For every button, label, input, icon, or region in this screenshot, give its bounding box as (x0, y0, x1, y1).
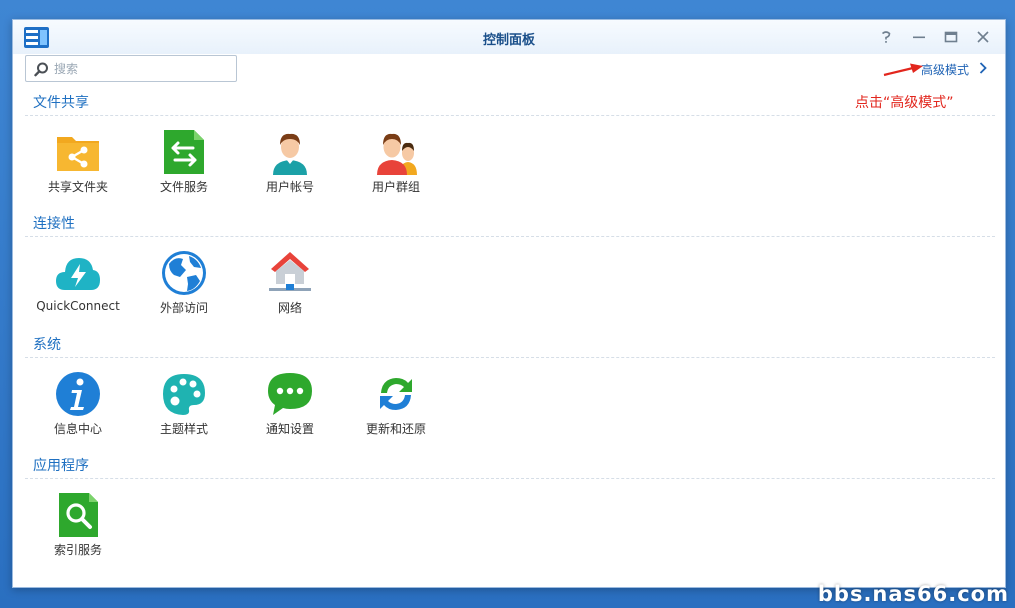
tile-notification[interactable]: 通知设置 (238, 371, 342, 455)
section-title-connectivity: 连接性 (33, 216, 75, 232)
section-title-system: 系统 (33, 337, 61, 353)
search-box[interactable] (25, 55, 237, 82)
tile-network[interactable]: 网络 (238, 250, 342, 334)
tile-user-group[interactable]: 用户群组 (344, 129, 448, 213)
quickconnect-cloud-icon (56, 258, 100, 290)
close-icon (977, 31, 989, 43)
tile-label: 索引服务 (53, 543, 102, 557)
close-button[interactable] (974, 28, 992, 46)
search-document-icon (59, 493, 98, 537)
chat-bubble-icon (268, 373, 312, 415)
tile-external-access[interactable]: 外部访问 (132, 250, 236, 334)
section-divider (25, 236, 995, 237)
tile-shared-folder[interactable]: 共享文件夹 (26, 129, 130, 213)
minimize-icon (913, 36, 925, 39)
section-divider (25, 115, 995, 116)
network-house-icon (269, 252, 311, 291)
tile-label: 通知设置 (265, 422, 314, 436)
minimize-button[interactable] (910, 28, 928, 46)
chevron-right-icon[interactable] (978, 61, 988, 75)
tile-label: 信息中心 (53, 422, 102, 436)
info-icon (56, 372, 100, 416)
maximize-button[interactable] (942, 28, 960, 46)
tile-label: 共享文件夹 (47, 180, 108, 194)
tile-quickconnect[interactable]: QuickConnect (26, 250, 130, 334)
tile-info-center[interactable]: 信息中心 (26, 371, 130, 455)
help-icon (881, 31, 891, 43)
advanced-mode-link[interactable]: 高级模式 (921, 61, 969, 78)
tile-theme[interactable]: 主题样式 (132, 371, 236, 455)
tile-file-services[interactable]: 文件服务 (132, 129, 236, 213)
tile-label: 主题样式 (159, 422, 208, 436)
search-icon (34, 62, 48, 77)
tile-indexing-service[interactable]: 索引服务 (26, 492, 130, 576)
user-icon (273, 133, 307, 175)
annotation-text: 点击“高级模式” (855, 95, 954, 111)
section-divider (25, 357, 995, 358)
tile-label: 网络 (277, 301, 302, 315)
tile-label: QuickConnect (36, 299, 120, 313)
search-input[interactable] (54, 60, 229, 78)
section-title-file-sharing: 文件共享 (33, 95, 89, 111)
help-button[interactable] (877, 28, 895, 46)
refresh-icon (380, 378, 412, 410)
maximize-icon (944, 31, 958, 43)
section-title-applications: 应用程序 (33, 458, 89, 474)
palette-icon (163, 374, 205, 415)
tile-label: 外部访问 (159, 301, 208, 315)
tile-label: 用户群组 (371, 180, 420, 194)
tile-update-restore[interactable]: 更新和还原 (344, 371, 448, 455)
watermark-text: bbs.nas66.com (817, 582, 1009, 606)
group-icon (377, 133, 417, 175)
control-panel-window: 控制面板 搜索 高级模式 点击“高级模式” 文件共享 共享文件夹 文件服务 用户… (12, 19, 1006, 588)
window-title: 控制面板 (482, 33, 535, 48)
file-services-icon (164, 130, 204, 174)
tile-label: 用户帐号 (265, 180, 314, 194)
tile-label: 更新和还原 (365, 422, 426, 436)
title-bar[interactable]: 控制面板 (13, 20, 1005, 54)
tile-user-account[interactable]: 用户帐号 (238, 129, 342, 213)
tile-label: 文件服务 (159, 180, 208, 194)
toolbar: 高级模式 (13, 54, 1005, 92)
globe-icon (162, 251, 206, 295)
shared-folder-icon (57, 137, 99, 171)
section-divider (25, 478, 995, 479)
annotation-arrow-icon (883, 63, 923, 77)
